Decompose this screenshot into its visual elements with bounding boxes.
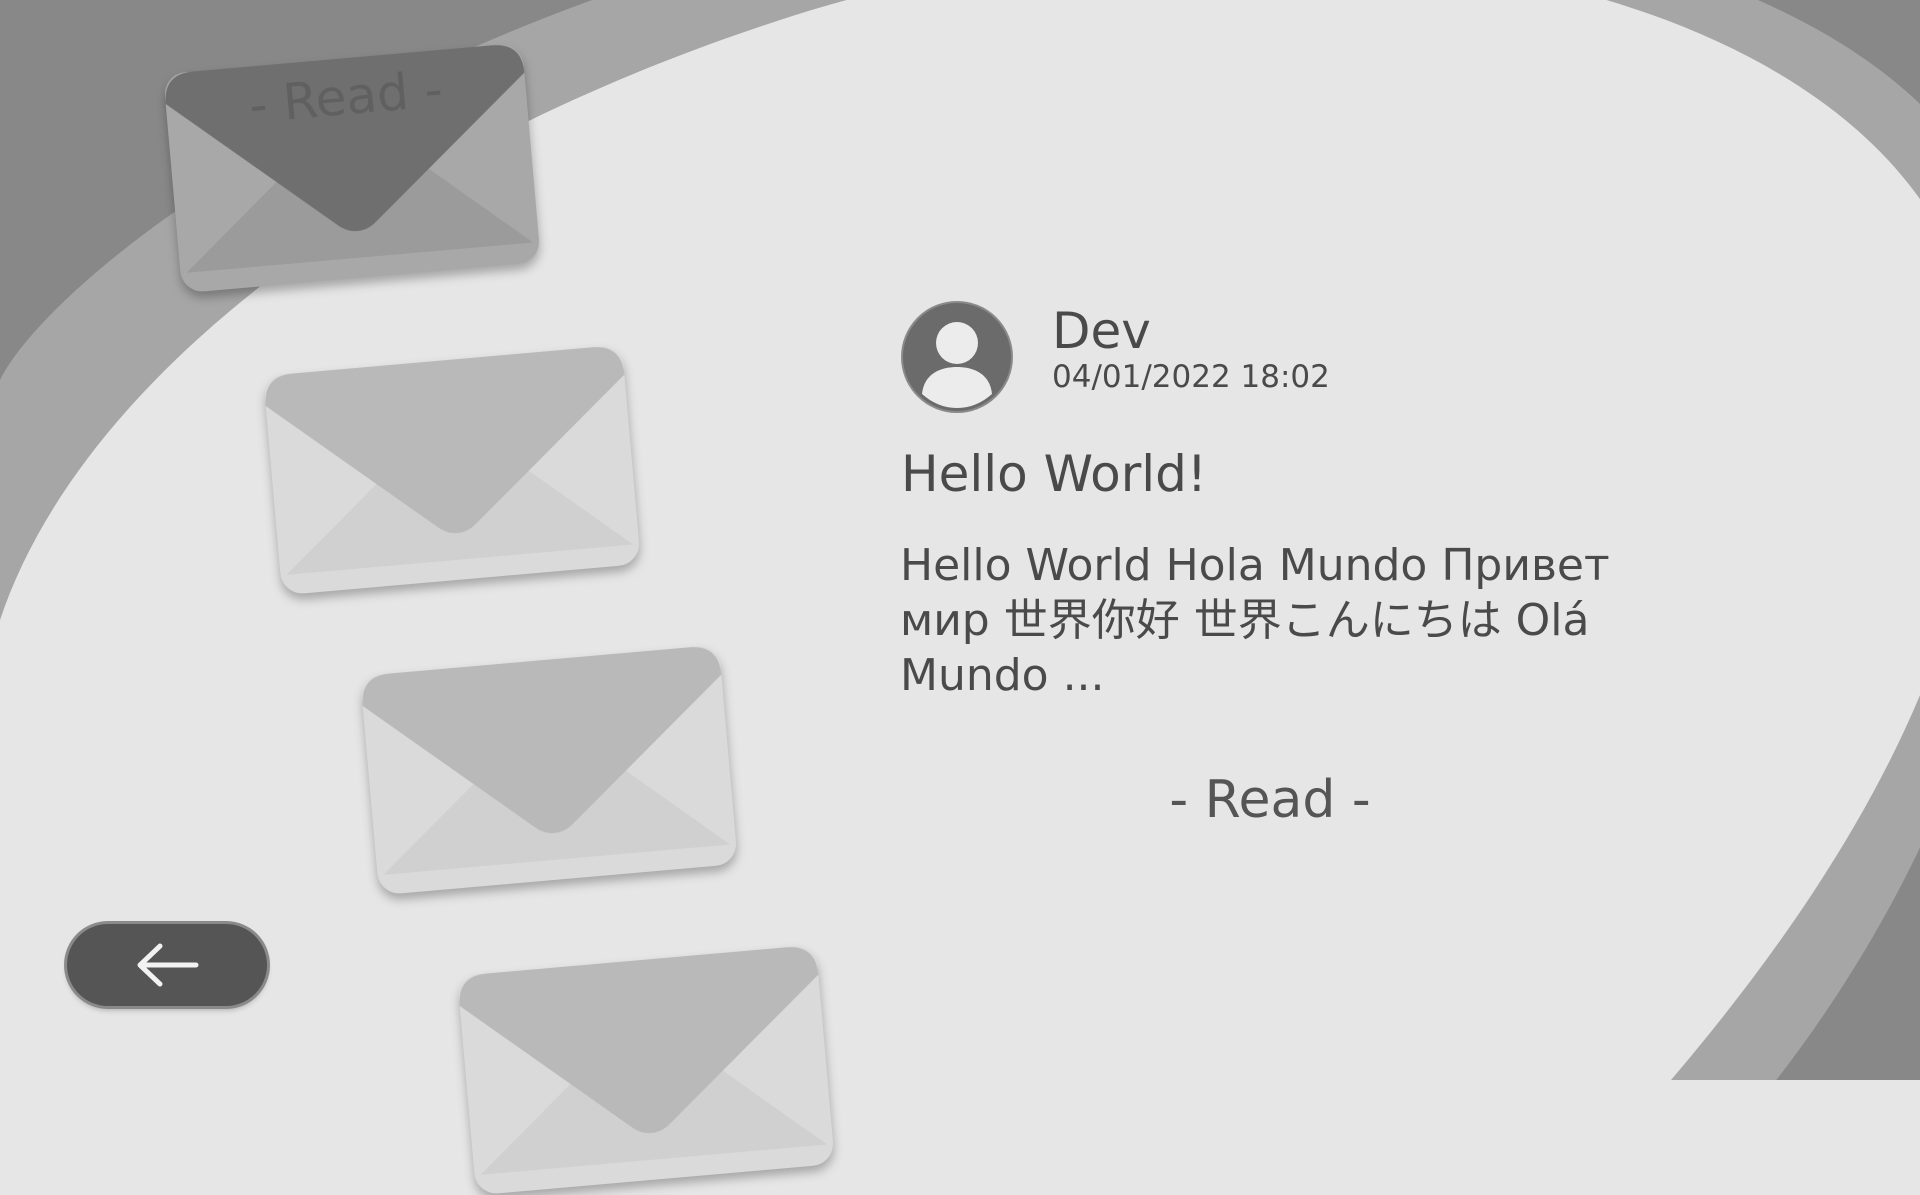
envelope-icon	[164, 44, 540, 292]
envelope-icon	[264, 346, 640, 594]
user-avatar-icon	[900, 300, 1014, 414]
message-date: 04/01/2022 18:02	[1052, 359, 1330, 395]
message-body: Hello World Hola Mundo Привет мир 世界你好 世…	[900, 540, 1610, 701]
letter-envelope-read[interactable]: - Read -	[163, 43, 541, 294]
back-button[interactable]	[67, 924, 267, 1006]
arrow-left-icon	[137, 943, 199, 987]
sender-name: Dev	[1052, 302, 1151, 360]
message-subject: Hello World!	[901, 445, 1207, 503]
letter-envelope[interactable]	[263, 345, 641, 596]
read-button[interactable]: - Read -	[1160, 770, 1380, 836]
envelope-icon	[361, 646, 737, 894]
letter-envelope[interactable]	[360, 645, 738, 896]
envelope-icon	[458, 946, 834, 1194]
letter-list: - Read -	[0, 0, 900, 1194]
letter-envelope[interactable]	[457, 945, 835, 1195]
